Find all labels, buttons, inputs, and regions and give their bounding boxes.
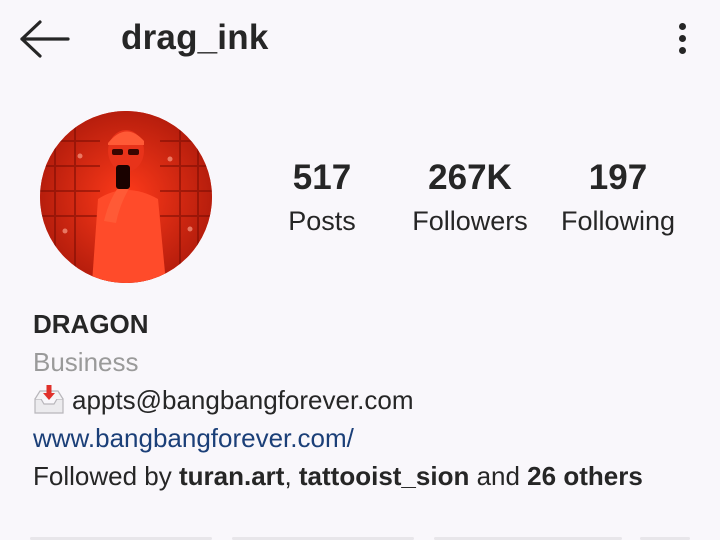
following-count: 197 bbox=[588, 158, 648, 197]
more-options-button[interactable] bbox=[664, 16, 700, 60]
category-label: Business bbox=[33, 347, 139, 377]
stat-following[interactable]: 197 Following bbox=[553, 156, 683, 242]
profile-username: drag_ink bbox=[121, 18, 269, 57]
website-link[interactable]: www.bangbangforever.com/ bbox=[33, 419, 703, 457]
posts-count: 517 bbox=[292, 158, 352, 197]
followers-count: 267K bbox=[428, 158, 512, 197]
followed-by-middle: and bbox=[469, 461, 528, 491]
followed-by-separator: , bbox=[284, 461, 299, 491]
top-bar: drag_ink bbox=[0, 0, 720, 80]
more-dot bbox=[678, 46, 686, 54]
stat-followers[interactable]: 267K Followers bbox=[407, 156, 533, 242]
arrow-left-icon bbox=[20, 20, 70, 58]
avatar-image bbox=[40, 111, 212, 283]
posts-label: Posts bbox=[288, 206, 356, 236]
inbox-tray-icon bbox=[33, 385, 65, 415]
followed-others[interactable]: 26 others bbox=[527, 461, 643, 491]
action-buttons-row bbox=[0, 535, 720, 540]
back-button[interactable] bbox=[18, 14, 78, 64]
display-name: DRAGON bbox=[33, 309, 149, 339]
more-dot bbox=[678, 34, 686, 42]
email-text: appts@bangbangforever.com bbox=[72, 385, 414, 415]
profile-bio: DRAGON Business appts@bangbangforever.co… bbox=[33, 305, 703, 495]
followers-label: Followers bbox=[412, 206, 528, 236]
following-label: Following bbox=[560, 206, 676, 236]
followed-user-2[interactable]: tattooist_sion bbox=[299, 461, 469, 491]
stat-posts[interactable]: 517 Posts bbox=[262, 156, 382, 242]
followed-user-1[interactable]: turan.art bbox=[179, 461, 284, 491]
profile-avatar[interactable] bbox=[40, 111, 212, 283]
followed-by-text[interactable]: Followed by turan.art, tattooist_sion an… bbox=[33, 457, 703, 495]
more-vertical-icon bbox=[678, 22, 686, 30]
followed-by-prefix: Followed by bbox=[33, 461, 179, 491]
display-name-row: DRAGON bbox=[33, 305, 703, 343]
profile-stats: 517 Posts 267K Followers 197 Following bbox=[262, 156, 702, 246]
email-row[interactable]: appts@bangbangforever.com bbox=[33, 381, 703, 419]
